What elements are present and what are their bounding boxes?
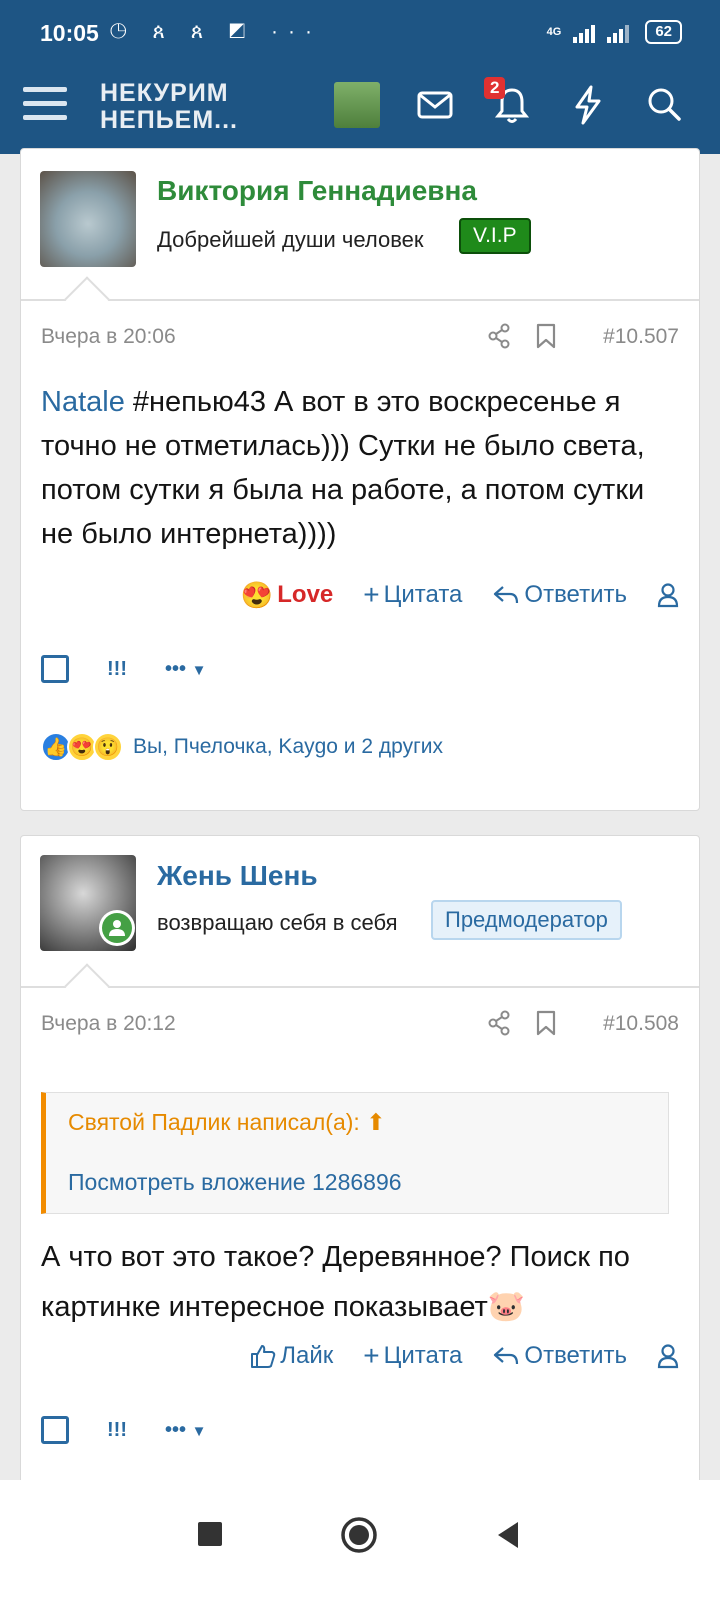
reply-icon [494,586,519,604]
divider-notch [64,963,110,1009]
network-label: 4G [546,26,562,38]
search-icon[interactable] [644,84,684,124]
reply-button[interactable]: Ответить [492,581,627,609]
recents-square-icon[interactable] [196,1520,224,1548]
more-menu[interactable]: ••• ▼ [165,1419,206,1442]
exclaim-button[interactable]: !!! [107,658,127,681]
select-checkbox[interactable] [41,1416,69,1444]
post-text: А что вот это такое? Деревянное? Поиск п… [41,1241,630,1323]
quote-label: Цитата [383,1342,463,1369]
menu-icon[interactable] [22,84,68,124]
author-avatar[interactable] [40,171,136,267]
system-navigation-bar [0,1480,720,1600]
reply-label: Ответить [524,1342,627,1369]
reaction-button[interactable]: 😍 Love [241,580,333,611]
post-body: А что вот это такое? Деревянное? Поиск п… [41,1232,681,1332]
post-date[interactable]: Вчера в 20:06 [41,325,176,349]
user-icon[interactable] [657,582,679,608]
select-checkbox[interactable] [41,655,69,683]
divider-notch [64,276,110,322]
quote-button[interactable]: + Цитата [363,579,462,611]
more-menu[interactable]: ••• ▼ [165,658,206,681]
share-icon[interactable] [487,323,511,349]
share-icon[interactable] [487,1010,511,1036]
post-tools: !!! ••• ▼ [41,655,206,683]
mail-icon[interactable] [416,86,454,124]
reaction-label: Love [277,581,334,608]
reaction-summary-text[interactable]: Вы, Пчелочка, Kaygo и 2 других [133,735,443,759]
reaction-summary[interactable]: 👍 😍 😲 Вы, Пчелочка, Kaygo и 2 других [41,732,443,762]
logo-line-2: НЕПЬЕМ... [100,106,239,134]
chevron-down-icon: ▼ [191,1422,207,1440]
user-avatar[interactable] [334,82,380,128]
like-label: Лайк [280,1342,334,1369]
post-body: Natale #непью43 А вот в это воскресенье … [41,380,681,556]
notification-count-badge: 2 [484,77,506,99]
heart-eyes-emoji-icon: 😍 [240,579,274,610]
more-dots: ••• [164,657,186,680]
status-notification-icons: ◷ ጰ ጰ ◩ ··· [110,20,322,43]
reply-label: Ответить [524,581,627,608]
reply-icon [494,1347,519,1365]
user-title: возвращаю себя в себя [157,910,398,935]
post-actions: Лайк + Цитата Ответить [250,1340,679,1372]
quote-button[interactable]: + Цитата [363,1340,462,1372]
quote-author[interactable]: Святой Падлик написал(а): ⬆ [68,1109,385,1136]
post-date[interactable]: Вчера в 20:12 [41,1012,176,1036]
thumbs-up-icon [251,1345,276,1368]
post-card: Жень Шень возвращаю себя в себя Предмоде… [20,835,700,1515]
post-text: #непью43 А вот в это воскресенье я точно… [41,386,645,550]
arrow-up-circle-icon[interactable]: ⬆ [366,1109,385,1135]
status-bar: 10:05 ◷ ጰ ጰ ◩ ··· 4G 62 [0,0,720,68]
quote-author-text: Святой Падлик написал(а): [68,1109,360,1135]
author-name[interactable]: Виктория Геннадиевна [157,175,477,207]
quote-block: Святой Падлик написал(а): ⬆ Посмотреть в… [41,1092,669,1214]
post-actions: 😍 Love + Цитата Ответить [241,579,679,611]
post-card: Виктория Геннадиевна Добрейшей души чело… [20,148,700,811]
divider [21,986,699,988]
online-status-icon [99,910,135,946]
quote-label: Цитата [383,581,463,608]
post-number[interactable]: #10.507 [603,325,679,349]
reply-button[interactable]: Ответить [492,1342,627,1370]
status-time: 10:05 [40,20,99,46]
signal-icon [573,25,630,43]
site-logo[interactable]: НЕКУРИМ НЕПЬЕМ... [100,80,238,134]
author-name[interactable]: Жень Шень [157,860,318,892]
role-badge: Предмодератор [431,900,622,940]
lightning-icon[interactable] [570,84,606,126]
home-circle-icon[interactable] [340,1516,378,1554]
wow-reaction-icon: 😲 [93,732,123,762]
exclaim-button[interactable]: !!! [107,1419,127,1442]
toolbar: НЕКУРИМ НЕПЬЕМ... 2 [0,68,720,154]
user-icon[interactable] [657,1343,679,1369]
more-dots: ••• [164,1418,186,1441]
bookmark-icon[interactable] [535,323,557,349]
plus-icon: + [363,579,380,610]
pig-emoji-icon: 🐷 [487,1290,526,1323]
vip-badge: V.I.P [459,218,531,254]
post-tools: !!! ••• ▼ [41,1416,206,1444]
user-title: Добрейшей души человек [157,227,424,252]
divider [21,299,699,301]
battery-indicator: 62 [645,20,682,44]
plus-icon: + [363,1340,380,1371]
like-button[interactable]: Лайк [250,1342,333,1370]
attachment-link[interactable]: Посмотреть вложение 1286896 [68,1169,402,1196]
status-right: 4G 62 [547,20,682,44]
bookmark-icon[interactable] [535,1010,557,1036]
chevron-down-icon: ▼ [191,661,207,679]
user-mention[interactable]: Natale [41,386,125,418]
back-triangle-icon[interactable] [494,1520,522,1550]
post-number[interactable]: #10.508 [603,1012,679,1036]
logo-line-1: НЕКУРИМ [100,79,229,107]
app-header: 10:05 ◷ ጰ ጰ ◩ ··· 4G 62 НЕКУРИМ НЕПЬЕМ..… [0,0,720,154]
